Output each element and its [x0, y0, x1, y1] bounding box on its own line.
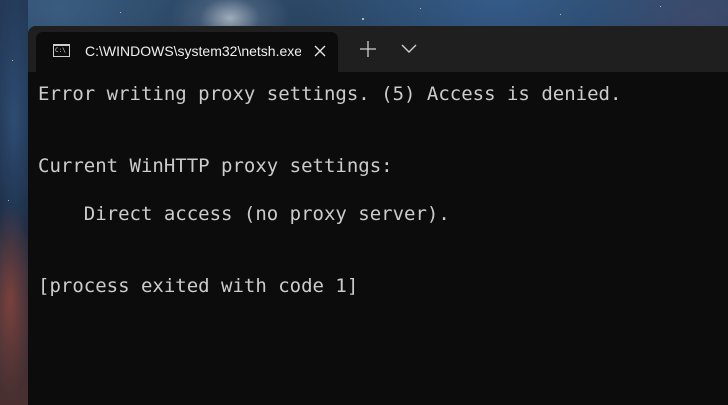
close-icon[interactable]: [310, 41, 330, 61]
title-bar[interactable]: C:\ C:\WINDOWS\system32\netsh.exe: [28, 26, 728, 72]
exit-code-line: [process exited with code 1]: [38, 275, 359, 297]
plus-icon[interactable]: [358, 39, 378, 59]
error-line: Error writing proxy settings. (5) Access…: [38, 83, 622, 105]
chevron-down-icon[interactable]: [400, 41, 418, 57]
console-icon: C:\: [53, 44, 70, 57]
tab-title: C:\WINDOWS\system32\netsh.exe: [85, 43, 301, 59]
terminal-window: C:\ C:\WINDOWS\system32\netsh.exe Error …: [28, 26, 728, 405]
settings-value-line: Direct access (no proxy server).: [38, 203, 450, 225]
desktop-wallpaper: [0, 0, 28, 405]
tab-netsh[interactable]: C:\ C:\WINDOWS\system32\netsh.exe: [36, 32, 338, 72]
console-output[interactable]: Error writing proxy settings. (5) Access…: [38, 80, 728, 297]
settings-header-line: Current WinHTTP proxy settings:: [38, 155, 393, 177]
